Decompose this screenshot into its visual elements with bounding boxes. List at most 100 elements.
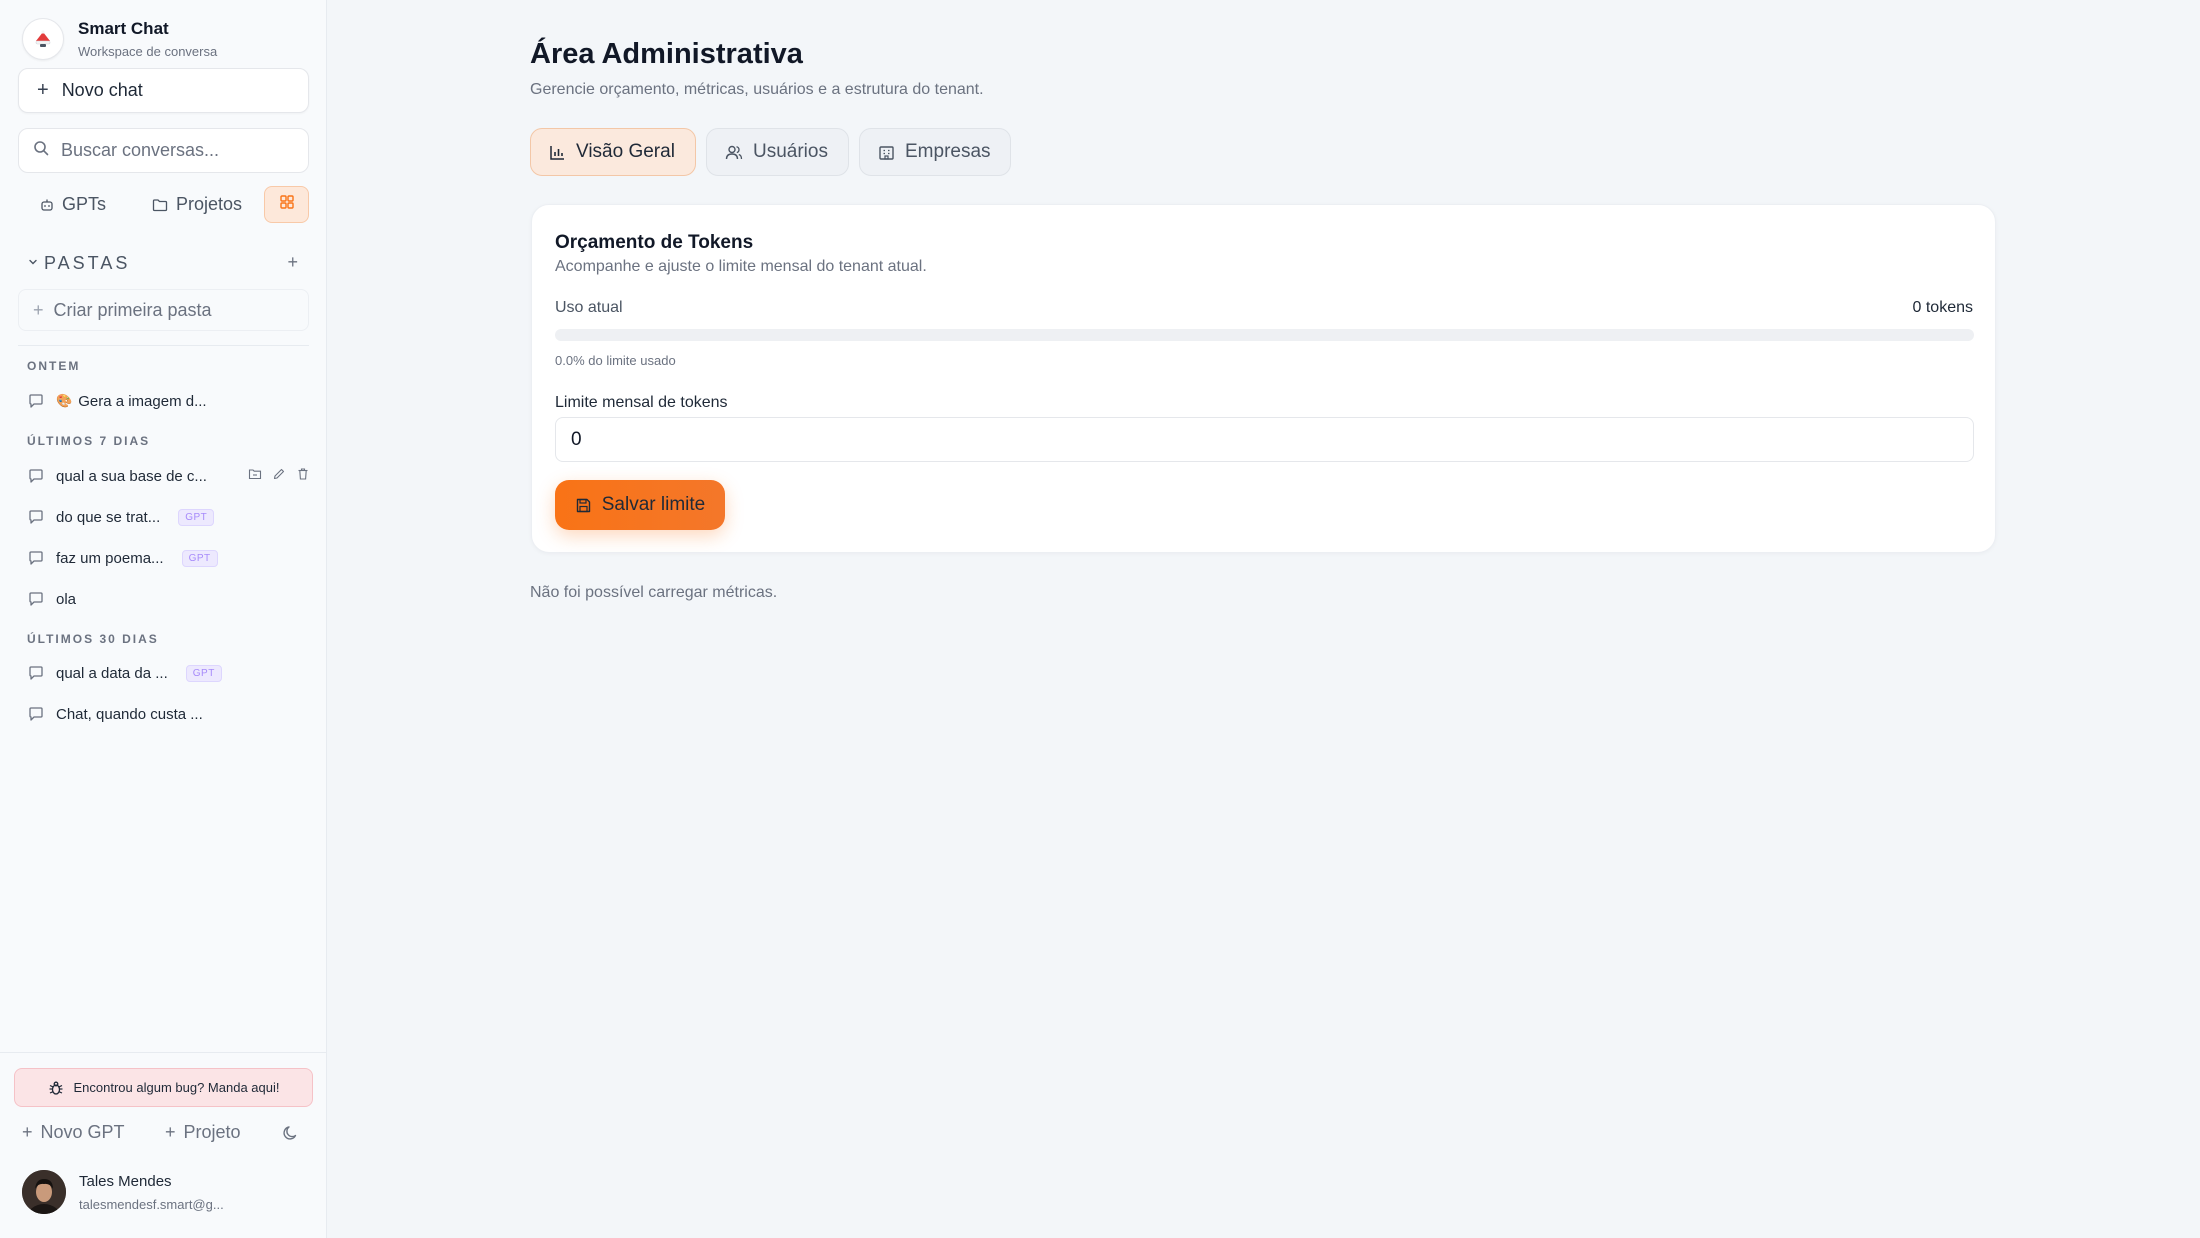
chat-item[interactable]: ola [28, 586, 310, 612]
gpts-button[interactable]: GPTs [40, 186, 106, 223]
tab-companies-label: Empresas [905, 141, 991, 162]
section-label-last-30-days: ÚLTIMOS 30 DIAS [27, 632, 159, 646]
tab-users-label: Usuários [753, 141, 828, 162]
token-budget-card: Orçamento de Tokens Acompanhe e ajuste o… [531, 204, 1996, 553]
gpt-badge: GPT [185, 664, 222, 682]
usage-label: Uso atual [555, 299, 623, 316]
chat-item[interactable]: qual a data da ... GPT [28, 660, 310, 686]
divider [18, 345, 309, 346]
tab-overview-label: Visão Geral [576, 141, 675, 162]
save-icon [575, 497, 592, 514]
save-limit-button[interactable]: Salvar limite [555, 480, 725, 530]
chat-item[interactable]: qual a sua base de c... [28, 463, 310, 489]
card-title: Orçamento de Tokens [555, 232, 754, 253]
chat-title: ola [56, 590, 77, 608]
chat-item[interactable]: faz um poema... GPT [28, 545, 310, 571]
tab-users[interactable]: Usuários [706, 128, 849, 176]
page-subtitle: Gerencie orçamento, métricas, usuários e… [530, 81, 984, 98]
tab-overview[interactable]: Visão Geral [530, 128, 696, 176]
chat-bubble-icon [28, 665, 44, 681]
avatar [22, 1170, 66, 1214]
brand-title: Smart Chat [78, 19, 169, 38]
new-gpt-button[interactable]: + Novo GPT [22, 1122, 125, 1143]
sidebar-footer-actions: + Novo GPT + Projeto [22, 1122, 300, 1148]
brand[interactable]: Smart Chat Workspace de conversa [22, 18, 217, 60]
folder-icon [152, 198, 168, 212]
chat-item[interactable]: do que se trat... GPT [28, 504, 310, 530]
brand-logo-icon [22, 18, 64, 60]
chat-item[interactable]: 🎨 Gera a imagem d... [28, 388, 310, 414]
moon-icon[interactable] [282, 1124, 300, 1147]
usage-value: 0 tokens [1912, 299, 1973, 316]
sidebar: Smart Chat Workspace de conversa + Novo … [0, 0, 327, 1238]
new-gpt-label: Novo GPT [40, 1122, 125, 1142]
grid-icon [279, 194, 295, 215]
chat-title: qual a data da ... [56, 664, 168, 682]
metrics-error-message: Não foi possível carregar métricas. [530, 584, 778, 601]
card-subtitle: Acompanhe e ajuste o limite mensal do te… [555, 258, 927, 275]
section-label-last-7-days: ÚLTIMOS 7 DIAS [27, 434, 151, 448]
gpt-badge: GPT [181, 549, 218, 567]
folders-title: PASTAS [44, 252, 131, 273]
gpts-label: GPTs [62, 194, 107, 214]
create-folder-label: Criar primeira pasta [53, 299, 212, 320]
chat-bubble-icon [28, 591, 44, 607]
new-chat-button[interactable]: + Novo chat [18, 68, 309, 113]
bot-icon [40, 198, 54, 212]
folders-header: PASTAS + [28, 252, 298, 274]
tab-companies[interactable]: Empresas [859, 128, 1011, 176]
quick-links: GPTs Projetos [18, 186, 309, 223]
building-icon [878, 144, 895, 161]
chevron-down-icon[interactable] [28, 254, 38, 272]
create-folder-button[interactable]: + Criar primeira pasta [18, 289, 309, 331]
report-bug-button[interactable]: Encontrou algum bug? Manda aqui! [14, 1068, 313, 1107]
chat-bubble-icon [28, 550, 44, 566]
plus-icon: + [33, 299, 44, 320]
bar-chart-icon [549, 144, 566, 161]
search-input[interactable] [61, 140, 301, 161]
chat-title: Chat, quando custa ... [56, 705, 203, 723]
plus-icon: + [37, 79, 49, 101]
chat-bubble-icon [28, 706, 44, 722]
add-folder-button[interactable]: + [287, 252, 298, 273]
move-to-folder-icon[interactable] [248, 467, 262, 485]
usage-percent-note: 0.0% do limite usado [555, 353, 676, 368]
chat-row-actions [248, 467, 310, 485]
apps-grid-button[interactable] [264, 186, 309, 223]
search-box[interactable] [18, 128, 309, 173]
user-profile[interactable]: Tales Mendes talesmendesf.smart@g... [22, 1170, 224, 1214]
chat-bubble-icon [28, 393, 44, 409]
limit-label: Limite mensal de tokens [555, 394, 728, 411]
section-label-yesterday: ONTEM [27, 359, 81, 373]
projects-label: Projetos [176, 194, 243, 214]
chat-title: do que se trat... [56, 508, 161, 526]
chat-title: faz um poema... [56, 549, 164, 567]
chat-bubble-icon [28, 468, 44, 484]
page-title: Área Administrativa [530, 38, 803, 70]
gpt-badge: GPT [178, 508, 215, 526]
chat-title: Gera a imagem d... [78, 392, 207, 410]
search-icon [33, 140, 49, 161]
save-limit-label: Salvar limite [601, 494, 706, 515]
divider [0, 1052, 327, 1053]
new-project-label: Projeto [183, 1122, 241, 1142]
user-name: Tales Mendes [79, 1172, 172, 1190]
plus-icon: + [22, 1122, 33, 1142]
palette-emoji: 🎨 [56, 393, 73, 408]
monthly-limit-input[interactable] [555, 417, 1974, 462]
plus-icon: + [165, 1122, 176, 1142]
new-project-button[interactable]: + Projeto [165, 1122, 241, 1143]
users-icon [725, 144, 743, 161]
chat-bubble-icon [28, 509, 44, 525]
trash-icon[interactable] [296, 467, 310, 485]
projects-button[interactable]: Projetos [152, 186, 242, 223]
user-email: talesmendesf.smart@g... [79, 1196, 224, 1212]
bug-icon [48, 1080, 64, 1096]
new-chat-label: Novo chat [61, 80, 143, 100]
report-bug-label: Encontrou algum bug? Manda aqui! [73, 1080, 280, 1095]
brand-subtitle: Workspace de conversa [78, 44, 218, 59]
chat-item[interactable]: Chat, quando custa ... [28, 701, 310, 727]
chat-title: qual a sua base de c... [56, 467, 207, 485]
edit-icon[interactable] [272, 467, 286, 485]
usage-progress-bar [555, 329, 1974, 341]
